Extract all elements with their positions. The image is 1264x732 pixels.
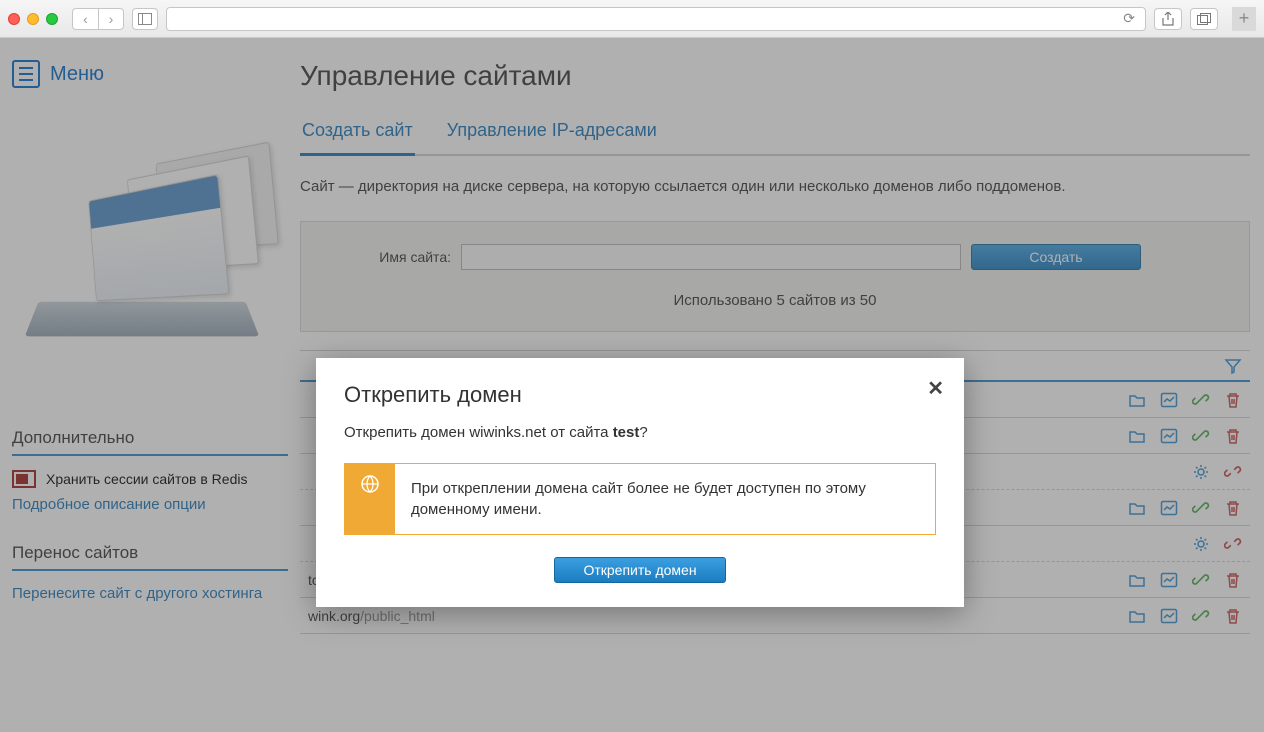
reload-icon[interactable]: ⟳ xyxy=(1123,10,1135,27)
close-icon[interactable]: ✕ xyxy=(927,376,944,401)
modal-title: Открепить домен xyxy=(344,382,936,408)
nav-buttons: ‹ › xyxy=(72,8,124,30)
modal-warning-text: При откреплении домена сайт более не буд… xyxy=(395,464,935,534)
back-button[interactable]: ‹ xyxy=(72,8,98,30)
tabs-button[interactable] xyxy=(1190,8,1218,30)
close-window-icon[interactable] xyxy=(8,13,20,25)
window-controls xyxy=(8,13,58,25)
globe-icon xyxy=(345,464,395,534)
address-bar[interactable]: ⟳ xyxy=(166,7,1146,31)
browser-chrome: ‹ › ⟳ + xyxy=(0,0,1264,38)
modal-question: Открепить домен wiwinks.net от сайта tes… xyxy=(344,424,936,441)
modal-warning: При откреплении домена сайт более не буд… xyxy=(344,463,936,535)
sidebar-toggle-button[interactable] xyxy=(132,8,158,30)
detach-domain-modal: ✕ Открепить домен Открепить домен wiwink… xyxy=(316,358,964,607)
forward-button[interactable]: › xyxy=(98,8,124,30)
new-tab-button[interactable]: + xyxy=(1232,7,1256,31)
detach-domain-button[interactable]: Открепить домен xyxy=(554,557,726,583)
share-button[interactable] xyxy=(1154,8,1182,30)
minimize-window-icon[interactable] xyxy=(27,13,39,25)
maximize-window-icon[interactable] xyxy=(46,13,58,25)
